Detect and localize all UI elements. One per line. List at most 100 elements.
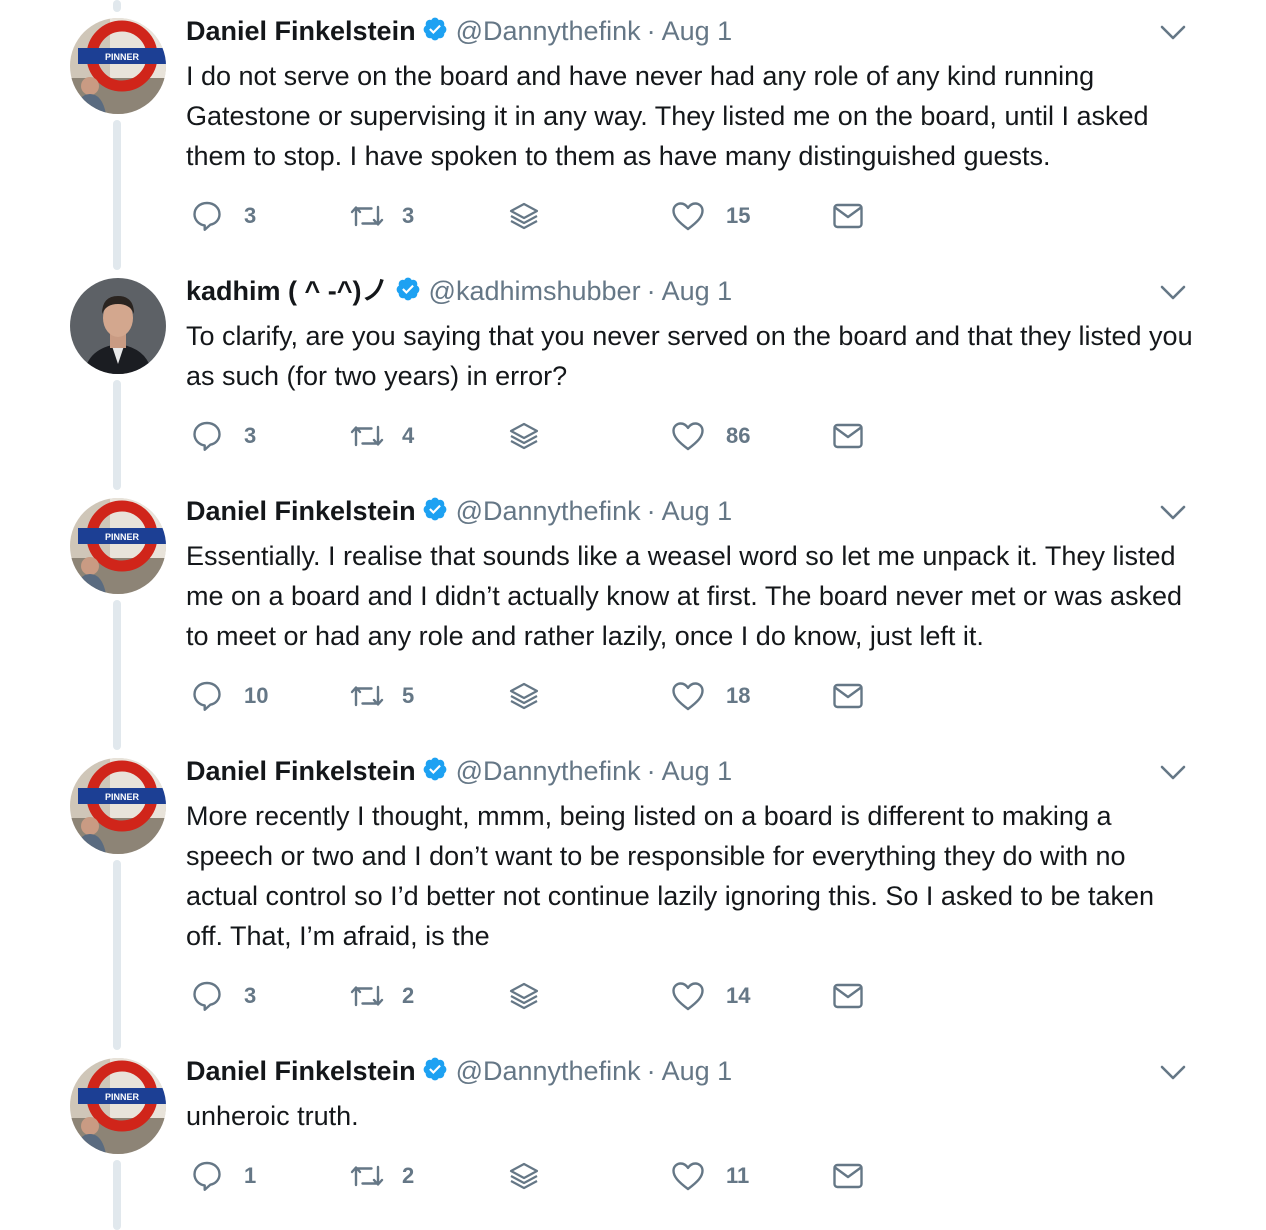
retweet-count: 2 [402,1163,415,1188]
chevron-down-icon[interactable] [1160,764,1186,782]
retweet-icon [348,199,386,233]
like-count: 15 [726,203,751,228]
reply-button[interactable]: 3 [190,418,256,454]
user-name[interactable]: Daniel Finkelstein [186,756,416,786]
message-button[interactable] [832,1158,864,1194]
retweet-count: 2 [402,983,415,1008]
like-button[interactable]: 18 [670,678,750,714]
retweet-button[interactable]: 2 [348,978,414,1014]
thread-line [113,0,121,12]
tweet-text: To clarify, are you saying that you neve… [186,321,1193,391]
tweet-header: Daniel Finkelstein @Dannythefink · Aug 1 [186,14,732,48]
reply-icon [190,199,224,233]
pinner-roundel-avatar[interactable]: PINNER [70,1058,166,1154]
chevron-down-icon[interactable] [1160,284,1186,302]
stack-icon [508,679,540,713]
reply-button[interactable]: 3 [190,198,256,234]
reply-button[interactable]: 1 [190,1158,256,1194]
user-name[interactable]: Daniel Finkelstein [186,1056,416,1086]
user-handle[interactable]: @Dannythefink [456,1056,641,1086]
tweet-date[interactable]: Aug 1 [662,496,733,526]
chevron-down-icon[interactable] [1160,504,1186,522]
retweet-count: 3 [402,203,415,228]
user-name[interactable]: Daniel Finkelstein [186,16,416,46]
stack-button[interactable] [508,198,540,234]
reply-icon [190,979,224,1013]
reply-icon [190,1159,224,1193]
verified-icon [422,496,448,530]
reply-count: 3 [244,423,257,448]
tweet-date[interactable]: Aug 1 [662,276,733,306]
retweet-count: 5 [402,683,415,708]
reply-button[interactable]: 3 [190,978,256,1014]
like-button[interactable]: 86 [670,418,750,454]
reply-icon [190,419,224,453]
retweet-button[interactable]: 4 [348,418,414,454]
message-button[interactable] [832,418,864,454]
retweet-icon [348,979,386,1013]
reply-count: 3 [244,203,257,228]
retweet-icon [348,419,386,453]
like-icon [670,419,706,453]
like-icon [670,679,706,713]
pinner-roundel-avatar[interactable]: PINNER [70,18,166,114]
stack-button[interactable] [508,678,540,714]
stack-button[interactable] [508,1158,540,1194]
message-icon [832,419,864,453]
tweet-date[interactable]: Aug 1 [662,16,733,46]
like-count: 14 [726,983,751,1008]
user-name[interactable]: Daniel Finkelstein [186,496,416,526]
stack-button[interactable] [508,978,540,1014]
verified-icon [422,16,448,50]
like-button[interactable]: 14 [670,978,750,1014]
message-icon [832,1159,864,1193]
portrait-avatar[interactable] [70,278,166,374]
retweet-count: 4 [402,423,415,448]
tweet-header: kadhim ( ^ -^)ノ @kadhimshubber · Aug 1 [186,274,732,308]
verified-icon [422,756,448,790]
like-icon [670,199,706,233]
thread-line [113,600,121,750]
thread-line [113,860,121,1050]
user-name[interactable]: kadhim ( ^ -^)ノ [186,276,389,306]
thread-line [113,380,121,490]
roundel-label: PINNER [105,792,140,802]
reply-button[interactable]: 10 [190,678,268,714]
roundel-label: PINNER [105,52,140,62]
tweet-text: unheroic truth. [186,1101,359,1131]
retweet-button[interactable]: 2 [348,1158,414,1194]
message-icon [832,679,864,713]
stack-button[interactable] [508,418,540,454]
separator: · [646,756,656,786]
message-icon [832,199,864,233]
retweet-button[interactable]: 5 [348,678,414,714]
roundel-label: PINNER [105,1092,140,1102]
roundel-label: PINNER [105,532,140,542]
message-button[interactable] [832,678,864,714]
user-handle[interactable]: @Dannythefink [456,756,641,786]
chevron-down-icon[interactable] [1160,24,1186,42]
pinner-roundel-avatar[interactable]: PINNER [70,758,166,854]
message-button[interactable] [832,978,864,1014]
like-button[interactable]: 11 [670,1158,749,1194]
user-handle[interactable]: @Dannythefink [456,16,641,46]
separator: · [646,1056,656,1086]
stack-icon [508,979,540,1013]
user-handle[interactable]: @kadhimshubber [429,276,641,306]
tweet-date[interactable]: Aug 1 [662,1056,733,1086]
tweet-date[interactable]: Aug 1 [662,756,733,786]
user-handle[interactable]: @Dannythefink [456,496,641,526]
pinner-roundel-avatar[interactable]: PINNER [70,498,166,594]
reply-count: 3 [244,983,257,1008]
thread-line [113,120,121,270]
chevron-down-icon[interactable] [1160,1064,1186,1082]
message-button[interactable] [832,198,864,234]
tweet-header: Daniel Finkelstein @Dannythefink · Aug 1 [186,1054,732,1088]
like-button[interactable]: 15 [670,198,750,234]
reply-count: 10 [244,683,269,708]
tweet-text: Essentially. I realise that sounds like … [186,541,1183,651]
reply-icon [190,679,224,713]
retweet-button[interactable]: 3 [348,198,414,234]
reply-count: 1 [244,1163,257,1188]
retweet-icon [348,1159,386,1193]
